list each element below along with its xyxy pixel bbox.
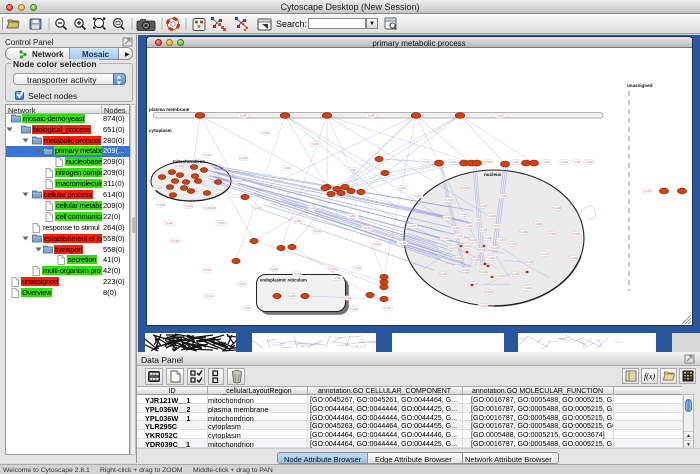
- svg-text:Yxx00: Yxx00: [184, 204, 192, 208]
- svg-text:nucleus: nucleus: [484, 172, 502, 177]
- svg-text:Yxx00: Yxx00: [348, 168, 356, 172]
- svg-text:Yxx00: Yxx00: [483, 236, 491, 240]
- svg-text:Yxx00: Yxx00: [329, 267, 337, 271]
- svg-text:Yxx00: Yxx00: [373, 242, 381, 246]
- svg-text:Yxx00: Yxx00: [553, 206, 561, 210]
- svg-text:Yxx00: Yxx00: [422, 160, 430, 164]
- svg-text:Yxx00: Yxx00: [525, 260, 533, 264]
- svg-text:Yxx00: Yxx00: [473, 218, 481, 222]
- svg-text:Yxx00: Yxx00: [261, 131, 269, 135]
- svg-text:Yxx00: Yxx00: [571, 232, 579, 236]
- svg-text:Yxx00: Yxx00: [270, 267, 278, 271]
- svg-text:Yxx00: Yxx00: [469, 238, 477, 242]
- svg-text:Yxx00: Yxx00: [541, 252, 549, 256]
- svg-text:Yxx00: Yxx00: [479, 270, 487, 274]
- svg-text:Yxx00: Yxx00: [643, 189, 651, 193]
- svg-text:Yxx00: Yxx00: [343, 296, 351, 300]
- svg-text:Yxx00: Yxx00: [465, 224, 473, 228]
- svg-text:Yxx00: Yxx00: [585, 160, 593, 164]
- svg-text:Yxx00: Yxx00: [238, 282, 246, 286]
- svg-text:Yxx00: Yxx00: [243, 306, 251, 310]
- svg-text:Yxx00: Yxx00: [156, 203, 164, 207]
- svg-text:Yxx00: Yxx00: [455, 234, 463, 238]
- svg-text:Yxx00: Yxx00: [497, 238, 505, 242]
- svg-text:Yxx00: Yxx00: [413, 194, 421, 198]
- svg-text:Yxx00: Yxx00: [350, 307, 358, 311]
- svg-text:Yxx00: Yxx00: [451, 226, 459, 230]
- svg-text:Yxx00: Yxx00: [383, 306, 391, 310]
- svg-text:plasma membrane: plasma membrane: [149, 107, 190, 112]
- svg-text:Yxx00: Yxx00: [233, 179, 241, 183]
- svg-text:Yxx00: Yxx00: [445, 198, 453, 202]
- svg-text:Yxx00: Yxx00: [487, 256, 495, 260]
- svg-text:Yxx00: Yxx00: [333, 276, 341, 280]
- svg-text:Yxx00: Yxx00: [463, 244, 471, 248]
- svg-text:Yxx00: Yxx00: [519, 230, 527, 234]
- svg-text:Yxx00: Yxx00: [203, 153, 211, 157]
- svg-text:Yxx00: Yxx00: [253, 206, 261, 210]
- svg-text:Yxx00: Yxx00: [499, 194, 507, 198]
- svg-text:Yxx00: Yxx00: [205, 294, 213, 298]
- svg-text:Yxx00: Yxx00: [484, 160, 492, 164]
- svg-text:Yxx00: Yxx00: [287, 294, 295, 298]
- svg-text:Yxx00: Yxx00: [313, 229, 321, 233]
- svg-text:Yxx00: Yxx00: [408, 224, 416, 228]
- svg-text:Yxx00: Yxx00: [239, 156, 247, 160]
- svg-text:Yxx00: Yxx00: [477, 248, 485, 252]
- svg-text:Yxx00: Yxx00: [523, 286, 531, 290]
- svg-text:Yxx00: Yxx00: [239, 114, 247, 118]
- svg-text:Yxx00: Yxx00: [293, 219, 301, 223]
- svg-text:unassigned: unassigned: [627, 83, 653, 88]
- svg-text:Yxx00: Yxx00: [461, 268, 469, 272]
- svg-text:Yxx00: Yxx00: [547, 232, 555, 236]
- svg-text:Yxx00: Yxx00: [283, 166, 291, 170]
- svg-text:Yxx00: Yxx00: [496, 114, 504, 118]
- svg-text:Yxx00: Yxx00: [455, 256, 463, 260]
- svg-text:Yxx00: Yxx00: [479, 228, 487, 232]
- svg-text:Yxx00: Yxx00: [203, 206, 211, 210]
- svg-text:Yxx00: Yxx00: [367, 114, 375, 118]
- svg-text:Yxx00: Yxx00: [509, 242, 517, 246]
- svg-text:Yxx00: Yxx00: [293, 272, 301, 276]
- svg-text:Yxx00: Yxx00: [175, 164, 183, 168]
- svg-text:Yxx00: Yxx00: [398, 241, 406, 245]
- svg-text:Yxx00: Yxx00: [443, 216, 451, 220]
- svg-text:Yxx00: Yxx00: [153, 186, 161, 190]
- svg-text:Yxx00: Yxx00: [171, 239, 179, 243]
- svg-text:Yxx00: Yxx00: [448, 160, 456, 164]
- svg-text:Yxx00: Yxx00: [449, 246, 457, 250]
- svg-text:Yxx00: Yxx00: [308, 206, 316, 210]
- svg-text:Yxx00: Yxx00: [311, 142, 319, 146]
- svg-text:Yxx00: Yxx00: [569, 256, 577, 260]
- svg-text:Yxx00: Yxx00: [363, 226, 371, 230]
- svg-text:Yxx00: Yxx00: [479, 304, 487, 308]
- svg-text:Yxx00: Yxx00: [217, 221, 225, 225]
- svg-text:Yxx00: Yxx00: [573, 160, 581, 164]
- svg-text:Yxx00: Yxx00: [353, 266, 361, 270]
- svg-text:Yxx00: Yxx00: [487, 214, 495, 218]
- svg-text:Yxx00: Yxx00: [511, 160, 519, 164]
- svg-text:Yxx00: Yxx00: [495, 274, 503, 278]
- svg-text:Yxx00: Yxx00: [479, 204, 487, 208]
- svg-text:Yxx00: Yxx00: [441, 236, 449, 240]
- svg-text:Yxx00: Yxx00: [485, 290, 493, 294]
- svg-text:cytoplasm: cytoplasm: [149, 128, 172, 133]
- svg-text:Yxx00: Yxx00: [461, 186, 469, 190]
- svg-text:Yxx00: Yxx00: [511, 272, 519, 276]
- svg-text:Yxx00: Yxx00: [203, 268, 211, 272]
- svg-text:Yxx00: Yxx00: [493, 224, 501, 228]
- svg-text:Yxx00: Yxx00: [491, 246, 499, 250]
- svg-text:Yxx00: Yxx00: [398, 186, 406, 190]
- svg-text:Yxx00: Yxx00: [542, 160, 550, 164]
- svg-text:Yxx00: Yxx00: [165, 221, 173, 225]
- svg-text:Yxx00: Yxx00: [348, 214, 356, 218]
- svg-text:Yxx00: Yxx00: [560, 160, 568, 164]
- svg-text:Yxx00: Yxx00: [459, 212, 467, 216]
- svg-text:Yxx00: Yxx00: [471, 258, 479, 262]
- svg-text:endoplasmic reticulum: endoplasmic reticulum: [260, 278, 307, 283]
- svg-text:Yxx00: Yxx00: [533, 222, 541, 226]
- svg-text:Yxx00: Yxx00: [439, 272, 447, 276]
